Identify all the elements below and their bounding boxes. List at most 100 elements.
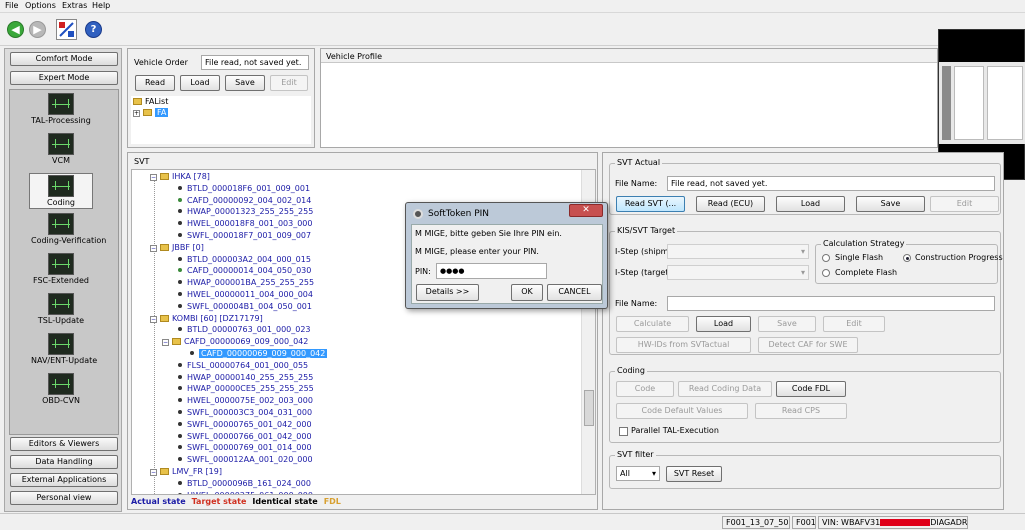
tree-item-selected[interactable]: CAFD_00000069_009_000_042 xyxy=(190,348,328,360)
vo-read-button[interactable]: Read xyxy=(135,75,175,91)
vcm-tool[interactable]: VCM xyxy=(31,133,91,165)
tree-item[interactable]: HWEL_00000275_061_000_000 xyxy=(178,490,313,494)
read-cps-button[interactable]: Read CPS xyxy=(755,403,847,419)
pin-input[interactable]: ●●●● xyxy=(436,263,547,279)
tree-item[interactable]: SWFL_000003C3_004_031_000 xyxy=(178,407,312,419)
tree-item[interactable]: SWFL_00000765_001_042_000 xyxy=(178,419,312,431)
connection-icon[interactable] xyxy=(56,19,77,40)
tree-item[interactable]: SWFL_000012AA_001_020_000 xyxy=(178,454,313,466)
tal-processing-tool[interactable]: TAL-Processing xyxy=(31,93,91,125)
tree-item[interactable]: CAFD_00000014_004_050_030 xyxy=(178,265,311,277)
tree-item[interactable]: SWFL_00000769_001_014_000 xyxy=(178,442,312,454)
editors-viewers-button[interactable]: Editors & Viewers xyxy=(10,437,118,451)
istep-target-select[interactable]: ▾ xyxy=(667,265,809,280)
cancel-button[interactable]: CANCEL xyxy=(547,284,602,301)
tree-item-fa[interactable]: + FA xyxy=(133,107,169,119)
obd-cvn-tool[interactable]: OBD-CVN xyxy=(31,373,91,405)
menu-options[interactable]: Options xyxy=(25,1,56,10)
menu-help[interactable]: Help xyxy=(92,1,110,10)
personal-view-button[interactable]: Personal view xyxy=(10,491,118,505)
tree-folder[interactable]: − LMV_FR [19] xyxy=(150,466,222,478)
close-icon[interactable]: ✕ xyxy=(569,204,603,217)
data-handling-button[interactable]: Data Handling xyxy=(10,455,118,469)
expand-icon[interactable]: + xyxy=(133,110,140,117)
ok-button[interactable]: OK xyxy=(511,284,543,301)
tree-item[interactable]: SWFL_00000766_001_042_000 xyxy=(178,431,312,443)
help-icon[interactable]: ? xyxy=(85,21,102,38)
external-applications-button[interactable]: External Applications xyxy=(10,473,118,487)
nav-ent-update-tool[interactable]: NAV/ENT-Update xyxy=(31,333,97,365)
tree-item[interactable]: BTLD_000003A2_004_000_015 xyxy=(178,254,311,266)
kis-file-field[interactable] xyxy=(667,296,995,311)
tree-item[interactable]: HWAP_00000CE5_255_255_255 xyxy=(178,383,314,395)
coding-tool[interactable]: Coding xyxy=(29,173,93,209)
collapse-icon[interactable]: − xyxy=(150,315,157,323)
code-fdl-button[interactable]: Code FDL xyxy=(776,381,846,397)
details-button[interactable]: Details >> xyxy=(416,284,479,301)
status-version: F001_13_07_505 xyxy=(722,516,790,529)
hw-ids-button[interactable]: HW-IDs from SVTactual xyxy=(616,337,751,353)
complete-flash-radio[interactable] xyxy=(822,269,830,277)
tree-item[interactable]: HWEL_00000011_004_000_004 xyxy=(178,289,313,301)
tree-item[interactable]: BTLD_000018F6_001_009_001 xyxy=(178,183,310,195)
kis-edit-button[interactable]: Edit xyxy=(823,316,885,332)
tree-item[interactable]: SWFL_000018F7_001_009_007 xyxy=(178,230,311,242)
tree-folder[interactable]: − KOMBI [60] [DZ17179] xyxy=(150,313,263,325)
read-ecu-button[interactable]: Read (ECU) xyxy=(696,196,765,212)
svt-filter-select[interactable]: All ▾ xyxy=(616,466,660,481)
tree-item[interactable]: HWAP_00000140_255_255_255 xyxy=(178,372,313,384)
expert-mode-button[interactable]: Expert Mode xyxy=(10,71,118,85)
coding-verification-tool[interactable]: Coding-Verification xyxy=(31,213,106,245)
tree-item[interactable]: BTLD_0000096B_161_024_000 xyxy=(178,478,311,490)
tree-item[interactable]: HWEL_0000075E_002_003_000 xyxy=(178,395,313,407)
tree-item[interactable]: FLSL_00000764_001_000_055 xyxy=(178,360,308,372)
forward-icon[interactable]: ▶ xyxy=(29,21,46,38)
tree-subfolder[interactable]: − CAFD_00000069_009_000_042 xyxy=(162,336,308,348)
collapse-icon[interactable]: − xyxy=(150,469,157,476)
tree-folder[interactable]: − IHKA [78] xyxy=(150,171,210,183)
tree-item[interactable]: HWEL_000018F8_001_003_000 xyxy=(178,218,312,230)
vehicle-profile-panel: Vehicle Profile xyxy=(320,48,938,148)
single-flash-radio[interactable] xyxy=(822,254,830,262)
bullet-icon xyxy=(178,209,182,214)
tree-item[interactable]: SWFL_000004B1_004_050_001 xyxy=(178,301,312,313)
fsc-extended-tool[interactable]: FSC-Extended xyxy=(31,253,91,285)
svt-edit-button[interactable]: Edit xyxy=(930,196,999,212)
menu-file[interactable]: File xyxy=(5,1,18,10)
istep-shipm-select[interactable]: ▾ xyxy=(667,244,809,259)
tree-item[interactable]: HWAP_000001BA_255_255_255 xyxy=(178,277,314,289)
svt-save-button[interactable]: Save xyxy=(856,196,925,212)
back-icon[interactable]: ◀ xyxy=(7,21,24,38)
read-svt-button[interactable]: Read SVT (... xyxy=(616,196,685,212)
scroll-thumb[interactable] xyxy=(584,390,594,426)
read-coding-data-button[interactable]: Read Coding Data xyxy=(678,381,772,397)
svt-reset-button[interactable]: SVT Reset xyxy=(666,466,722,482)
svt-load-button[interactable]: Load xyxy=(776,196,845,212)
calculate-button[interactable]: Calculate xyxy=(616,316,689,332)
falist-tree: FAList + FA xyxy=(131,96,311,144)
svt-actual-file-field[interactable]: File read, not saved yet. xyxy=(667,176,995,191)
tree-folder[interactable]: − JBBF [0] xyxy=(150,242,204,254)
code-default-values-button[interactable]: Code Default Values xyxy=(616,403,748,419)
vo-save-button[interactable]: Save xyxy=(225,75,265,91)
collapse-icon[interactable]: − xyxy=(162,339,169,347)
tree-item[interactable]: CAFD_00000092_004_002_014 xyxy=(178,195,311,207)
collapse-icon[interactable]: − xyxy=(150,244,157,252)
kis-load-button[interactable]: Load xyxy=(696,316,751,332)
tree-item[interactable]: HWAP_00001323_255_255_255 xyxy=(178,206,313,218)
comfort-mode-button[interactable]: Comfort Mode xyxy=(10,52,118,66)
tsl-update-tool[interactable]: TSL-Update xyxy=(31,293,91,325)
detect-caf-button[interactable]: Detect CAF for SWE xyxy=(758,337,858,353)
folder-icon xyxy=(160,314,169,322)
vo-edit-button[interactable]: Edit xyxy=(270,75,308,91)
tree-item[interactable]: BTLD_00000763_001_000_023 xyxy=(178,324,311,336)
construction-progress-radio[interactable] xyxy=(903,254,911,262)
menu-extras[interactable]: Extras xyxy=(62,1,87,10)
kis-save-button[interactable]: Save xyxy=(758,316,816,332)
vo-load-button[interactable]: Load xyxy=(180,75,220,91)
collapse-icon[interactable]: − xyxy=(150,174,157,181)
chevron-down-icon: ▾ xyxy=(800,268,805,277)
bullet-icon xyxy=(178,362,182,367)
parallel-tal-checkbox[interactable] xyxy=(619,427,628,436)
code-button[interactable]: Code xyxy=(616,381,674,397)
